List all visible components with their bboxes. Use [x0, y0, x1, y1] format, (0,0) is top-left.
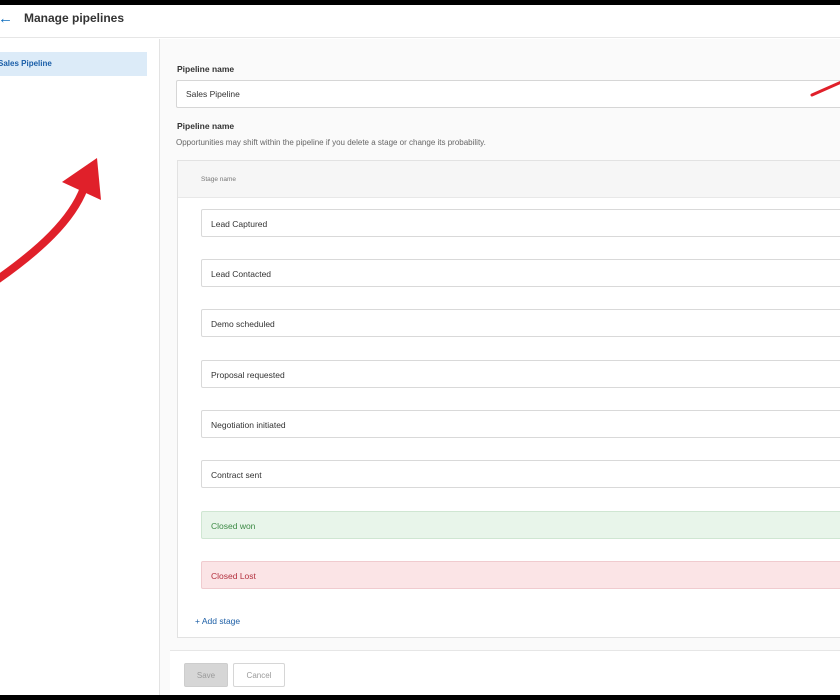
app-window: ← Manage pipelines Sales Pipeline Pipeli…: [0, 5, 840, 695]
stage-row-demo-scheduled[interactable]: Demo scheduled: [201, 309, 840, 337]
arrow-left-icon[interactable]: ←: [0, 11, 14, 27]
stage-row-negotiation-initiated[interactable]: Negotiation initiated: [201, 410, 840, 438]
stage-name: Closed Lost: [211, 571, 256, 581]
save-button[interactable]: Save: [184, 663, 228, 687]
stages-section-label: Pipeline name: [177, 121, 235, 131]
page-title: Manage pipelines: [24, 11, 125, 25]
stages-header: Stage name: [178, 161, 840, 198]
stage-name-column-header: Stage name: [201, 176, 237, 183]
help-text: Opportunities may shift within the pipel…: [176, 138, 486, 147]
stage-name: Negotiation initiated: [211, 420, 286, 430]
stage-name: Lead Contacted: [211, 269, 272, 279]
pipeline-editor: Pipeline name Pipeline name Opportunitie…: [160, 39, 840, 695]
stage-row-closed-won[interactable]: Closed won: [201, 511, 840, 539]
sidebar: Sales Pipeline: [0, 39, 160, 695]
stage-row-contract-sent[interactable]: Contract sent: [201, 460, 840, 488]
sidebar-item-sales-pipeline[interactable]: Sales Pipeline: [0, 52, 147, 76]
add-stage-link[interactable]: + Add stage: [195, 616, 240, 626]
form-footer: Save Cancel: [170, 650, 840, 695]
stage-name: Contract sent: [211, 470, 262, 480]
stage-name: Lead Captured: [211, 219, 268, 229]
pipeline-name-input[interactable]: [176, 80, 840, 108]
cancel-button[interactable]: Cancel: [233, 663, 285, 687]
stage-name: Proposal requested: [211, 370, 285, 380]
stage-row-proposal-requested[interactable]: Proposal requested: [201, 360, 840, 388]
stages-panel: Stage name Lead Captured Lead Contacted …: [177, 160, 840, 638]
stage-name: Demo scheduled: [211, 319, 275, 329]
stage-name: Closed won: [211, 521, 256, 531]
stage-row-closed-lost[interactable]: Closed Lost: [201, 561, 840, 589]
pipeline-name-label: Pipeline name: [177, 64, 235, 74]
stage-row-lead-captured[interactable]: Lead Captured: [201, 209, 840, 237]
header-bar: ← Manage pipelines: [0, 5, 840, 38]
sidebar-item-label: Sales Pipeline: [0, 59, 52, 68]
stage-row-lead-contacted[interactable]: Lead Contacted: [201, 259, 840, 287]
